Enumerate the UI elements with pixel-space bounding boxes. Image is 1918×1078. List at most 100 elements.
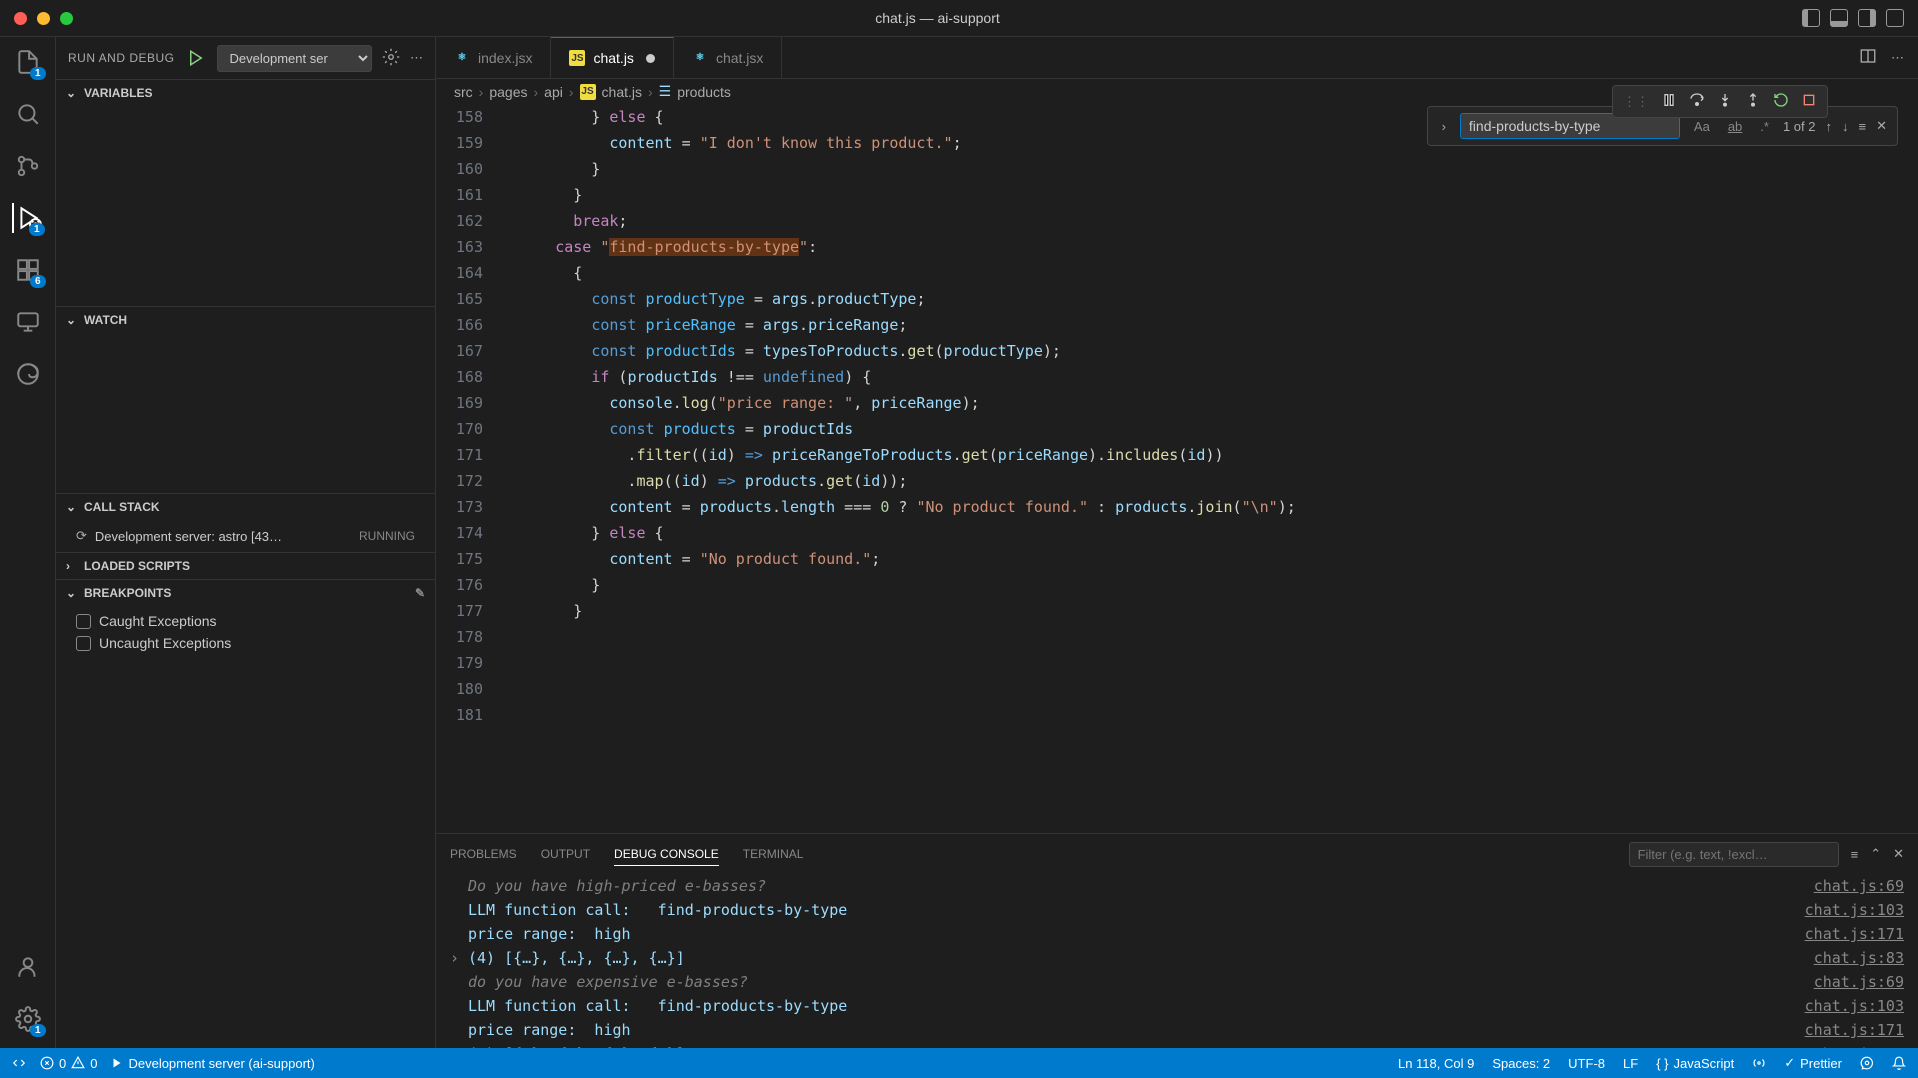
notifications-icon[interactable] [1892, 1056, 1906, 1070]
panel-tab[interactable]: TERMINAL [743, 843, 804, 865]
editor-tab[interactable]: JSchat.js [551, 37, 673, 78]
split-editor-icon[interactable] [1859, 47, 1877, 68]
react-file-icon: ⚛ [454, 50, 470, 66]
step-into-button[interactable] [1717, 92, 1733, 111]
more-editor-actions-icon[interactable]: ⋯ [1891, 50, 1904, 66]
breakpoint-caught[interactable]: Caught Exceptions [68, 610, 423, 632]
toggle-panel-icon[interactable] [1830, 9, 1848, 27]
remote-icon[interactable] [13, 307, 43, 337]
callstack-section-header[interactable]: ⌄ CALL STACK [56, 494, 435, 520]
step-over-button[interactable] [1689, 92, 1705, 111]
window-close[interactable] [14, 12, 27, 25]
source-link[interactable]: chat.js:69 [1814, 874, 1904, 898]
watch-section-header[interactable]: ⌄ WATCH [56, 307, 435, 333]
callstack-item[interactable]: ⟳ Development server: astro [43… RUNNING [68, 524, 423, 548]
find-expand-toggle[interactable]: › [1438, 117, 1450, 136]
checkbox[interactable] [76, 636, 91, 651]
source-link[interactable]: chat.js:103 [1805, 898, 1904, 922]
code-editor[interactable]: } else { content = "I don't know this pr… [501, 104, 1918, 833]
editor-tab[interactable]: ⚛index.jsx [436, 37, 551, 78]
debug-badge: 1 [29, 223, 45, 236]
expand-toggle[interactable]: › [450, 1042, 468, 1048]
spinner-icon: ⟳ [76, 528, 87, 544]
debug-console[interactable]: Do you have high-priced e-basses?chat.js… [436, 874, 1918, 1048]
language-mode[interactable]: { } JavaScript [1656, 1056, 1734, 1071]
window-title: chat.js — ai-support [73, 10, 1802, 26]
source-link[interactable]: chat.js:171 [1805, 1018, 1904, 1042]
debug-config-select[interactable]: Development ser [217, 45, 372, 72]
start-debug-button[interactable] [185, 47, 207, 69]
window-minimize[interactable] [37, 12, 50, 25]
panel-tab[interactable]: OUTPUT [541, 843, 590, 865]
sidebar-title: RUN AND DEBUG [68, 51, 175, 65]
chevron-down-icon: ⌄ [66, 500, 78, 514]
settings-badge: 1 [30, 1024, 46, 1037]
prettier-status[interactable]: ✓ Prettier [1784, 1055, 1842, 1071]
go-live-icon[interactable] [1752, 1056, 1766, 1070]
launch-config-status[interactable]: Development server (ai-support) [111, 1056, 314, 1071]
chevron-right-icon: › [66, 559, 78, 573]
regex-toggle[interactable]: .* [1756, 117, 1773, 136]
panel-tab[interactable]: DEBUG CONSOLE [614, 843, 719, 866]
breakpoint-uncaught[interactable]: Uncaught Exceptions [68, 632, 423, 654]
stop-button[interactable] [1801, 92, 1817, 111]
pause-button[interactable] [1661, 92, 1677, 111]
remote-indicator[interactable] [12, 1056, 26, 1070]
whole-word-toggle[interactable]: ab [1724, 117, 1746, 136]
search-icon[interactable] [13, 99, 43, 129]
panel-tab[interactable]: PROBLEMS [450, 843, 517, 865]
find-prev-button[interactable]: ↑ [1826, 119, 1833, 134]
match-case-toggle[interactable]: Aa [1690, 117, 1714, 136]
step-out-button[interactable] [1745, 92, 1761, 111]
close-find-button[interactable]: ✕ [1876, 118, 1887, 134]
loaded-scripts-section-header[interactable]: › LOADED SCRIPTS [56, 553, 435, 579]
chevron-down-icon: ⌄ [66, 86, 78, 100]
toggle-secondary-sidebar-icon[interactable] [1858, 9, 1876, 27]
extensions-icon[interactable]: 6 [13, 255, 43, 285]
toggle-primary-sidebar-icon[interactable] [1802, 9, 1820, 27]
expand-toggle[interactable]: › [450, 946, 468, 970]
run-debug-icon[interactable]: 1 [12, 203, 42, 233]
find-in-selection-icon[interactable]: ≡ [1859, 119, 1867, 134]
feedback-icon[interactable] [1860, 1056, 1874, 1070]
source-link[interactable]: chat.js:69 [1814, 970, 1904, 994]
console-filter-input[interactable] [1629, 842, 1839, 867]
window-zoom[interactable] [60, 12, 73, 25]
panel-maximize-icon[interactable]: ⌃ [1870, 846, 1881, 862]
line-gutter[interactable]: 1581591601611621631641651661671681691701… [436, 104, 501, 833]
chevron-down-icon: ⌄ [66, 586, 78, 600]
expand-toggle [450, 922, 468, 946]
source-control-icon[interactable] [13, 151, 43, 181]
source-link[interactable]: chat.js:83 [1814, 946, 1904, 970]
variables-section-header[interactable]: ⌄ VARIABLES [56, 80, 435, 106]
more-actions-icon[interactable]: ⋯ [410, 50, 423, 66]
breakpoints-section-header[interactable]: ⌄ BREAKPOINTS ✎ [56, 580, 435, 606]
drag-handle-icon[interactable]: ⋮⋮ [1623, 94, 1649, 110]
extensions-badge: 6 [30, 275, 46, 288]
customize-layout-icon[interactable] [1886, 9, 1904, 27]
encoding[interactable]: UTF-8 [1568, 1056, 1605, 1071]
eol[interactable]: LF [1623, 1056, 1638, 1071]
minimap[interactable] [1908, 104, 1918, 833]
expand-toggle [450, 898, 468, 922]
indentation[interactable]: Spaces: 2 [1492, 1056, 1550, 1071]
errors-warnings[interactable]: 0 0 [40, 1056, 97, 1071]
find-next-button[interactable]: ↓ [1842, 119, 1849, 134]
restart-button[interactable] [1773, 92, 1789, 111]
js-file-icon: JS [580, 84, 596, 100]
edge-icon[interactable] [13, 359, 43, 389]
panel-close-icon[interactable]: ✕ [1893, 846, 1904, 862]
checkbox[interactable] [76, 614, 91, 629]
expand-toggle [450, 1018, 468, 1042]
settings-icon[interactable]: 1 [13, 1004, 43, 1034]
console-view-icon[interactable]: ≡ [1851, 847, 1859, 862]
cursor-position[interactable]: Ln 118, Col 9 [1398, 1056, 1474, 1071]
source-link[interactable]: chat.js:103 [1805, 994, 1904, 1018]
editor-tab[interactable]: ⚛chat.jsx [674, 37, 782, 78]
source-link[interactable]: chat.js:83 [1814, 1042, 1904, 1048]
explorer-icon[interactable]: 1 [13, 47, 43, 77]
source-link[interactable]: chat.js:171 [1805, 922, 1904, 946]
accounts-icon[interactable] [13, 952, 43, 982]
debug-config-gear-icon[interactable] [382, 48, 400, 69]
edit-icon[interactable]: ✎ [415, 586, 425, 600]
